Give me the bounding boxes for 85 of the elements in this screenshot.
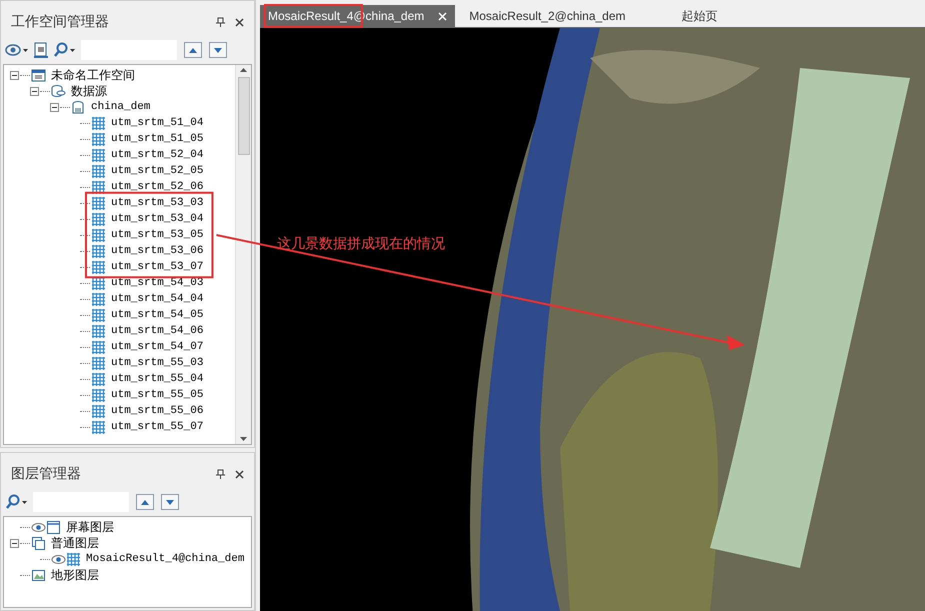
up-triangle-icon (189, 48, 197, 52)
tree-node[interactable]: 地形图层 (50, 566, 100, 584)
down-triangle-icon (166, 500, 174, 504)
dataset-item[interactable]: utm_srtm_55_05 (110, 386, 204, 404)
dataset-item[interactable]: utm_srtm_53_03 (110, 194, 204, 212)
dataset-item[interactable]: utm_srtm_55_07 (110, 418, 204, 436)
grid-icon (91, 276, 106, 290)
search-dropdown-icon[interactable] (5, 494, 29, 510)
dataset-item[interactable]: utm_srtm_54_04 (110, 290, 204, 308)
grid-icon (91, 420, 106, 434)
close-icon[interactable] (233, 468, 246, 480)
database-icon (71, 100, 86, 114)
move-down-button[interactable] (209, 42, 227, 58)
collapse-toggle-icon[interactable] (10, 70, 19, 80)
tree-node[interactable]: 未命名工作空间 (50, 66, 136, 84)
grid-icon (91, 180, 106, 194)
document-tab[interactable]: MosaicResult_2@china_dem (461, 5, 634, 27)
dataset-item[interactable]: utm_srtm_54_06 (110, 322, 204, 340)
dataset-item[interactable]: utm_srtm_51_04 (110, 114, 204, 132)
grid-icon (91, 388, 106, 402)
database-icon (51, 84, 66, 98)
grid-icon (91, 404, 106, 418)
pin-icon[interactable] (214, 468, 227, 480)
move-up-button[interactable] (184, 42, 202, 58)
document-tab[interactable]: 起始页 (674, 5, 726, 27)
pin-icon[interactable] (214, 16, 227, 28)
grid-icon (91, 356, 106, 370)
grid-icon (91, 212, 106, 226)
down-triangle-icon (214, 48, 222, 52)
dataset-item[interactable]: utm_srtm_55_06 (110, 402, 204, 420)
grid-icon (91, 308, 106, 322)
eye-icon[interactable] (31, 522, 46, 532)
dataset-item[interactable]: utm_srtm_51_05 (110, 130, 204, 148)
search-dropdown-icon[interactable] (53, 42, 77, 58)
grid-icon (91, 324, 106, 338)
panel-title: 图层管理器 (11, 464, 82, 483)
grid-icon (91, 228, 106, 242)
dataset-item[interactable]: utm_srtm_52_06 (110, 178, 204, 196)
grid-icon (91, 116, 106, 130)
grid-icon (91, 132, 106, 146)
panel-title: 工作空间管理器 (11, 12, 110, 31)
dataset-item[interactable]: utm_srtm_55_04 (110, 370, 204, 388)
grid-icon (91, 372, 106, 386)
window-icon (46, 520, 61, 534)
tree-node[interactable]: china_dem (90, 98, 152, 116)
layers-icon (31, 536, 46, 550)
dataset-item[interactable]: MosaicResult_4@china_dem (85, 550, 246, 568)
tree-node[interactable]: 普通图层 (50, 534, 100, 552)
grid-icon (91, 292, 106, 306)
up-triangle-icon[interactable] (240, 68, 247, 72)
dataset-item[interactable]: utm_srtm_53_07 (110, 258, 204, 276)
close-icon[interactable] (438, 12, 448, 20)
dataset-item[interactable]: utm_srtm_52_04 (110, 146, 204, 164)
grid-icon (91, 196, 106, 210)
grid-icon (66, 552, 81, 566)
dataset-item[interactable]: utm_srtm_53_06 (110, 242, 204, 260)
up-triangle-icon (141, 500, 149, 504)
dataset-item[interactable]: utm_srtm_54_07 (110, 338, 204, 356)
grid-icon (91, 244, 106, 258)
terrain-icon (31, 568, 46, 582)
eye-icon[interactable] (51, 554, 66, 564)
down-triangle-icon[interactable] (240, 437, 247, 441)
dataset-item[interactable]: utm_srtm_54_03 (110, 274, 204, 292)
move-down-button[interactable] (161, 494, 179, 510)
collapse-toggle-icon[interactable] (50, 102, 59, 112)
tree-node[interactable]: 屏幕图层 (65, 518, 115, 536)
workspace-icon (31, 68, 46, 82)
dataset-item[interactable]: utm_srtm_52_05 (110, 162, 204, 180)
dataset-item[interactable]: utm_srtm_54_05 (110, 306, 204, 324)
scrollbar[interactable] (235, 65, 251, 444)
dataset-item[interactable]: utm_srtm_55_03 (110, 354, 204, 372)
move-up-button[interactable] (136, 494, 154, 510)
grid-icon (91, 340, 106, 354)
dataset-item[interactable]: utm_srtm_53_05 (110, 226, 204, 244)
grid-icon (91, 148, 106, 162)
grid-icon (91, 164, 106, 178)
collapse-toggle-icon[interactable] (10, 538, 19, 548)
scroll-thumb[interactable] (238, 77, 250, 155)
grid-icon (91, 260, 106, 274)
tree-node[interactable]: 数据源 (70, 82, 108, 100)
dataset-item[interactable]: utm_srtm_53_04 (110, 210, 204, 228)
collapse-toggle-icon[interactable] (30, 86, 39, 96)
close-icon[interactable] (233, 16, 246, 28)
document-icon[interactable] (33, 42, 49, 58)
eye-dropdown-icon[interactable] (5, 43, 29, 57)
